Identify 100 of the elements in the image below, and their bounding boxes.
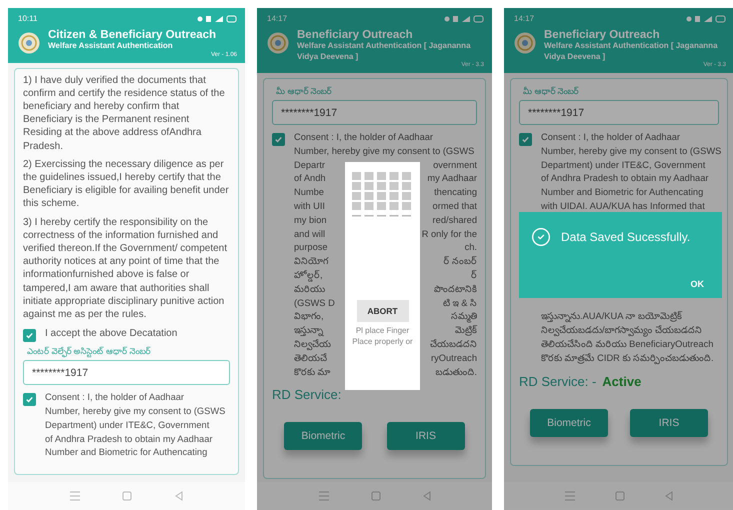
consent-text: Consent : I, the holder of Aadhaar [294,131,434,144]
consent-text: red/shared [432,214,477,227]
consent-text: my Aadhaar [427,172,477,186]
consent-text: of Andh [294,172,326,186]
emblem-icon [514,32,536,54]
declaration-text: 2) Exercissing the necessary diligence as per the guidelines issued,I hereby certify that the Beneficiary is eligible for availing benefit under this scheme. [23,158,230,211]
app-subtitle: Welfare Assistant Authentication [48,41,174,52]
status-time: 10:11 [18,14,38,23]
consent-text: Consent : I, the holder of Aadhaar [45,391,184,404]
checkmark-icon [521,135,530,144]
menu-icon[interactable] [318,491,330,501]
scan-button[interactable]: IRIS [630,408,708,437]
aadhaar-input-field[interactable]: ********1917 [519,100,719,125]
consent-text: Departr [294,158,326,172]
status-icons-drawing [197,14,237,22]
consent-text: తెలియచే [294,352,327,365]
emblem-icon [267,32,289,54]
consent-text: టి ఇ & సి [443,296,477,310]
consent-text: కొరకు మా [294,366,331,379]
consent-text: with UIDAI. AUA/KUA has Informed that [541,200,705,213]
app-subtitle: Welfare Assistant Authentication [ Jagananna Vidya Deevena ] [297,41,472,62]
consent-text: పొందటానికి [434,282,477,296]
emblem-icon [18,32,40,54]
consent-text: నిల్వచేయబడదు/బాగస్వామ్యం చేయబడదని [541,324,702,338]
consent-text: ch. [464,241,477,254]
consent-text: విభాగం, [294,310,324,324]
checkbox[interactable] [519,133,532,146]
consent-text: ormed that [432,200,477,213]
checkbox[interactable] [23,393,36,406]
app-title: Citizen & Beneficiary Outreach [48,29,218,41]
scan-button[interactable]: Biometric [530,408,608,437]
checkbox[interactable] [23,329,36,342]
ok-button[interactable]: OK [684,278,710,290]
app-title: Beneficiary Outreach [297,29,414,41]
consent-text: సమ్మతి [451,310,477,324]
consent-text: Consent : I, the holder of Aadhaar [541,131,680,144]
consent-text: with UII [294,200,325,213]
consent-text: Number, hereby give my consent to (GSWS [541,144,722,158]
consent-text: ఇస్తున్నాను.AUA/KUA నా బయోమెట్రిక్ [541,310,682,324]
back-triangle-icon[interactable] [422,491,432,501]
rd-service-label: RD Service: [272,387,342,402]
aadhaar-field-label: మీ ఆధార్ నెంబర్ [523,86,580,98]
checkmark-icon [25,395,34,404]
scan-button[interactable]: IRIS [386,422,465,450]
consent-text: హోల్డర్, [294,268,323,283]
aadhaar-input-field[interactable]: ********1917 [23,360,230,386]
consent-text: Number and Biometric for Authencating [541,186,704,200]
consent-text: purpose [294,241,328,254]
consent-text: Number and Biometric for Authencating [45,446,208,460]
aadhaar-input-field[interactable]: ********1917 [272,100,477,125]
consent-text: overnment [433,158,477,172]
consent-text: ryOutreach [431,352,477,365]
status-time: 14:17 [267,14,288,23]
back-triangle-icon[interactable] [174,491,184,501]
back-triangle-icon[interactable] [664,491,674,501]
checkmark-icon [274,135,283,144]
abort-button[interactable]: ABORT [356,300,408,322]
consent-text: my bion [294,214,327,227]
square-icon[interactable] [614,491,625,501]
status-time: 14:17 [514,14,534,23]
check-circle-icon [531,227,551,247]
square-icon[interactable] [122,491,132,501]
consent-text: Number, hereby give my consent to (GSWS [45,404,226,418]
accept-label: I accept the above Decatation [45,327,178,342]
checkbox[interactable] [272,133,285,146]
aadhaar-field-label: మీ ఆధార్ నెంబర్ [276,86,333,98]
consent-text: Department) under ITE&C, Government [45,418,210,432]
menu-icon[interactable] [564,491,576,501]
consent-text: ర్ [471,268,477,282]
rd-service-label: RD Service: - [519,374,596,389]
status-icons-drawing [444,14,484,22]
consent-text: Department) under ITE&C, Government [541,158,706,172]
consent-text: మరియు [294,282,325,296]
consent-text: Number, hereby give my consent to (GSWS [294,144,474,158]
menu-icon[interactable] [68,491,81,501]
consent-text: R only for the [422,228,477,241]
consent-text: కొరకు మాత్రమే CIDR కు సమర్పించబడుతుంది. [541,352,714,366]
consent-text: and will [294,228,326,241]
app-title: Beneficiary Outreach [544,29,661,41]
rd-service-status: Active [602,374,642,389]
consent-text: బడుతుంది. [435,366,477,379]
consent-text: ఇస్తున్నా [294,324,323,338]
consent-text: తెలియచేసింది మరియు BeneficiaryOutreach [541,338,714,351]
consent-text: of Andhra Pradesh to obtain my Aadhaar [45,432,212,446]
declaration-text: 1) I have duly verified the documents that confirm and certify the residence status of the beneficiary and hereby confirm that Beneficiary is the Permanent resinent Residing at the above address ofAndhra Pradesh. [23,74,226,153]
consent-text: Numbe [294,186,324,200]
consent-text: నిల్వచేయ [294,338,331,352]
app-subtitle: Welfare Assistant Authentication [ Jagananna Vidya Deevena ] [544,41,719,62]
scan-button[interactable]: Biometric [284,422,362,450]
consent-text: వినియోగ [294,255,328,268]
aadhaar-field-label: ఎంటర్ వెల్ఫేర్ అసిస్టెంట్ ఆధార్ నెంబర్ [27,346,152,358]
fingerprint-grid-drawing [352,172,414,218]
consent-text: ర్ నంబర్ [443,255,477,268]
dialog-message: Data Saved Sucessfully. [561,230,690,244]
square-icon[interactable] [370,491,380,501]
consent-text: of Andhra Pradesh to obtain my Aadhaar [541,172,708,186]
consent-text: (GSWS D [294,296,335,310]
consent-text: మెట్రిక్ [455,324,477,338]
consent-text: చేయబడదని [430,338,477,351]
finger-instruction: Pl place Finger Place properly or [351,326,414,347]
